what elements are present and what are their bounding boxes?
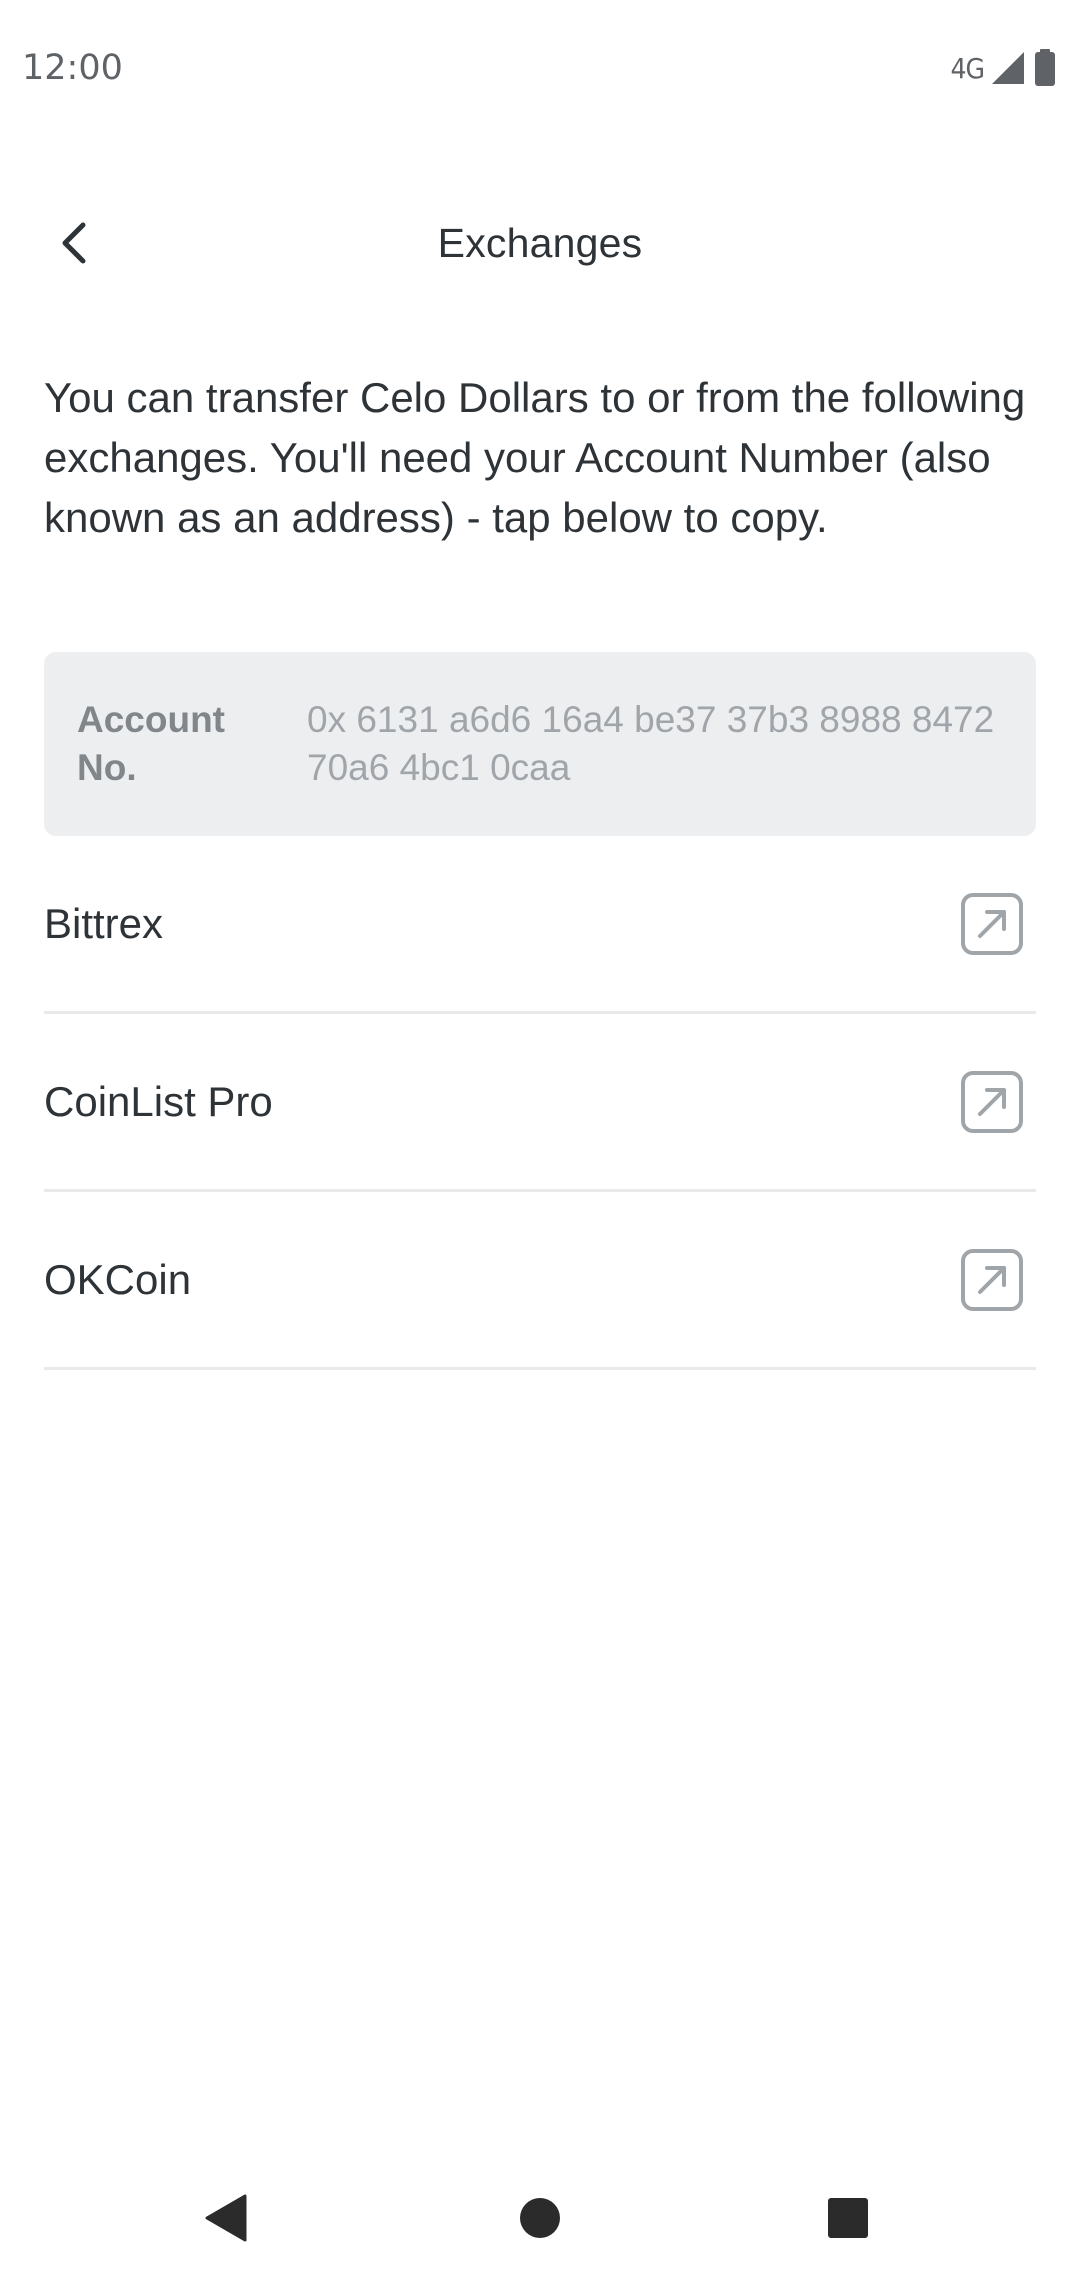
screen: 12:00 4G Exchanges You can transfer Celo… — [0, 0, 1080, 2280]
battery-icon — [1035, 49, 1055, 86]
nav-home-button[interactable] — [500, 2178, 580, 2258]
exchange-item-okcoin[interactable]: OKCoin — [44, 1192, 1036, 1370]
status-bar: 12:00 4G — [0, 0, 1080, 136]
account-number-copy[interactable]: Account No. 0x 6131 a6d6 16a4 be37 37b3 … — [44, 652, 1036, 836]
external-link-icon — [961, 1248, 1023, 1311]
account-address: 0x 6131 a6d6 16a4 be37 37b3 8988 8472 70… — [307, 699, 995, 788]
exchange-list: Bittrex CoinList Pro OKCoin — [44, 836, 1036, 1370]
network-type: 4G — [950, 51, 985, 85]
exchange-item-bittrex[interactable]: Bittrex — [44, 836, 1036, 1014]
signal-icon — [992, 52, 1024, 84]
header: Exchanges — [0, 190, 1080, 300]
exchange-name: Bittrex — [44, 899, 164, 947]
exchange-name: CoinList Pro — [44, 1077, 273, 1125]
external-link-icon — [961, 1070, 1023, 1133]
account-label: Account No. — [77, 699, 225, 788]
exchange-item-coinlist-pro[interactable]: CoinList Pro — [44, 1014, 1036, 1192]
external-link-icon — [961, 892, 1023, 955]
status-icons: 4G — [950, 48, 1058, 88]
nav-back-button[interactable] — [186, 2178, 266, 2258]
exchange-name: OKCoin — [44, 1255, 192, 1303]
back-triangle-icon — [205, 2194, 247, 2242]
nav-recents-button[interactable] — [808, 2178, 888, 2258]
intro-text: You can transfer Celo Dollars to or from… — [44, 374, 1026, 541]
system-nav-bar — [0, 2150, 1080, 2280]
status-time: 12:00 — [22, 48, 123, 88]
recents-square-icon — [828, 2198, 868, 2238]
home-circle-icon — [520, 2198, 560, 2238]
page-title: Exchanges — [437, 220, 643, 266]
